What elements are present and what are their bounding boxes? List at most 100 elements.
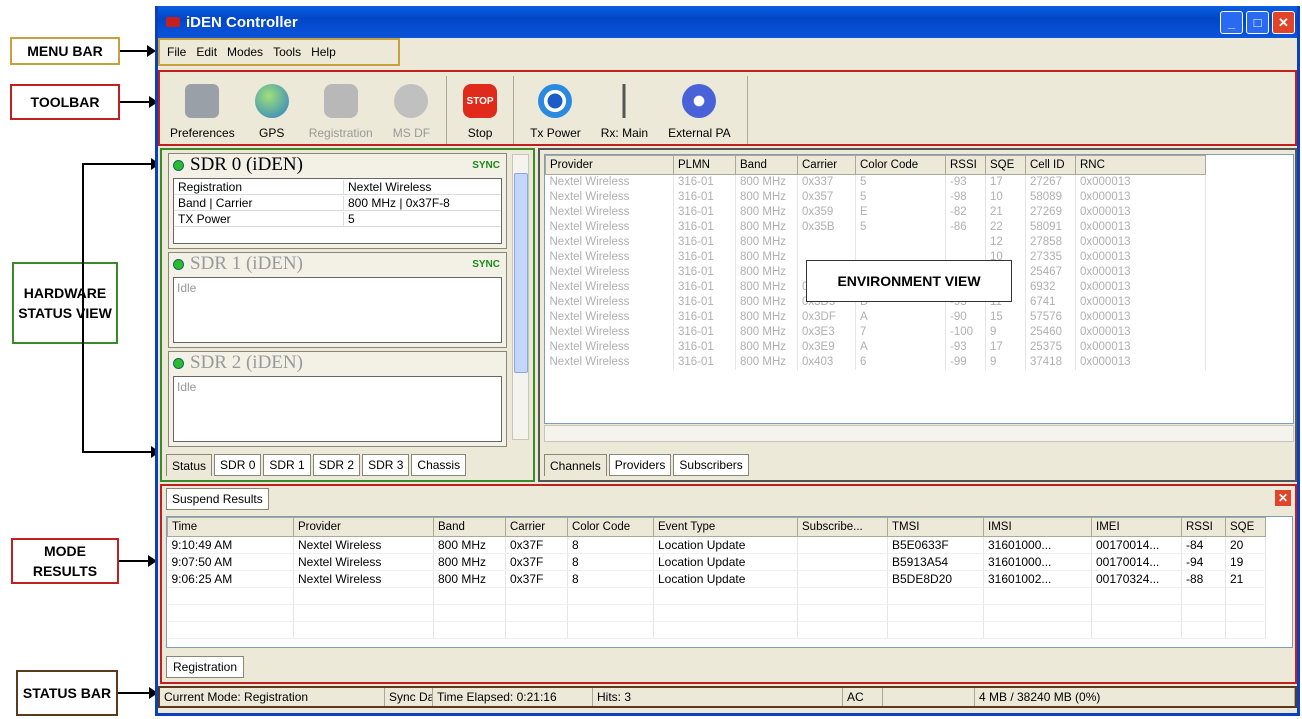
column-header[interactable]: IMSI — [983, 517, 1092, 537]
column-header[interactable]: IMEI — [1091, 517, 1182, 537]
column-header[interactable]: Band — [735, 155, 798, 175]
table-cell: 316-01 — [673, 249, 736, 265]
toolbar-separator — [746, 76, 748, 144]
column-header[interactable]: Provider — [293, 517, 434, 537]
toolbar-separator — [513, 76, 515, 144]
column-header[interactable]: Time — [167, 517, 294, 537]
hardware-scrollbar[interactable] — [512, 154, 529, 440]
column-header[interactable]: TMSI — [887, 517, 984, 537]
table-cell: -84 — [1181, 536, 1226, 554]
table-cell: 0x37F — [505, 570, 568, 588]
column-header[interactable]: Band — [433, 517, 506, 537]
tab-sdr2[interactable]: SDR 2 — [312, 454, 361, 476]
tab-providers[interactable]: Providers — [608, 454, 672, 476]
environment-tabs: Channels Providers Subscribers — [544, 454, 749, 476]
table-cell: 00170014... — [1091, 536, 1182, 554]
column-header[interactable]: RSSI — [945, 155, 986, 175]
scroll-thumb[interactable] — [514, 173, 528, 373]
tab-status[interactable]: Status — [166, 454, 213, 476]
tab-sdr1[interactable]: SDR 1 — [263, 454, 311, 476]
menu-tools[interactable]: Tools — [268, 43, 306, 61]
column-header[interactable]: Provider — [545, 155, 674, 175]
column-header[interactable]: SQE — [1225, 517, 1266, 537]
table-cell: Nextel Wireless — [545, 204, 674, 220]
gps-button[interactable]: GPS — [245, 72, 299, 144]
table-cell: Nextel Wireless — [293, 536, 434, 554]
menu-edit[interactable]: Edit — [191, 43, 222, 61]
maximize-button[interactable]: □ — [1246, 11, 1269, 34]
close-icon[interactable]: ✕ — [1275, 490, 1291, 506]
close-button[interactable]: ✕ — [1272, 11, 1295, 34]
table-row[interactable]: Nextel Wireless 316-01 800 MHz 0x35B 5 -86 22 5… — [545, 219, 1206, 235]
column-header[interactable]: Color Code — [855, 155, 946, 175]
table-cell — [983, 621, 1092, 639]
table-cell: 0x357 — [797, 189, 856, 205]
table-cell: Nextel Wireless — [545, 324, 674, 340]
table-cell — [505, 604, 568, 622]
status-hits: Hits: 3 — [593, 688, 843, 706]
tab-sdr3[interactable]: SDR 3 — [362, 454, 410, 476]
column-header[interactable]: Carrier — [505, 517, 568, 537]
table-cell: -93 — [945, 339, 986, 355]
table-cell: 5 — [855, 174, 946, 190]
column-header[interactable]: Event Type — [653, 517, 798, 537]
tab-chassis[interactable]: Chassis — [411, 454, 467, 476]
table-row-empty — [167, 604, 1266, 622]
suspend-results-button[interactable]: Suspend Results — [166, 488, 269, 510]
msdf-button[interactable]: MS DF — [383, 72, 440, 144]
table-cell — [1225, 604, 1266, 622]
column-header[interactable]: RSSI — [1181, 517, 1226, 537]
column-header[interactable]: Cell ID — [1025, 155, 1076, 175]
hardware-tabs: Status SDR 0 SDR 1 SDR 2 SDR 3 Chassis — [166, 454, 467, 476]
table-cell — [433, 587, 506, 605]
table-row[interactable]: Nextel Wireless 316-01 800 MHz 0x3DF A -90 15 5… — [545, 309, 1206, 325]
table-row[interactable]: Nextel Wireless 316-01 800 MHz 0x337 5 -93 17 2… — [545, 174, 1206, 190]
column-header[interactable]: RNC — [1075, 155, 1206, 175]
hardware-callout: HARDWARE STATUS VIEW — [12, 262, 118, 344]
table-row[interactable]: Nextel Wireless 316-01 800 MHz 0x357 5 -98 10 5… — [545, 189, 1206, 205]
status-empty — [883, 688, 975, 706]
tx-power-button[interactable]: Tx Power — [520, 72, 591, 144]
table-row[interactable]: Nextel Wireless 316-01 800 MHz 0x3E9 A -93 17 2… — [545, 339, 1206, 355]
tab-subscribers[interactable]: Subscribers — [673, 454, 749, 476]
antenna-icon — [538, 84, 573, 118]
column-header[interactable]: Subscribe... — [797, 517, 888, 537]
menu-modes[interactable]: Modes — [222, 43, 268, 61]
column-header[interactable]: Color Code — [567, 517, 654, 537]
preferences-button[interactable]: Preferences — [160, 72, 245, 144]
menu-help[interactable]: Help — [306, 43, 341, 61]
sdr-title: SDR 2 (iDEN) — [190, 352, 303, 373]
table-cell: 316-01 — [673, 234, 736, 250]
tab-registration[interactable]: Registration — [166, 656, 245, 678]
column-header[interactable]: PLMN — [673, 155, 736, 175]
registration-button[interactable]: Registration — [299, 72, 383, 144]
table-cell: Location Update — [653, 553, 798, 571]
table-cell: 0x000013 — [1075, 174, 1206, 190]
table-row[interactable]: Nextel Wireless 316-01 800 MHz 0x403 6 -99 9 37… — [545, 354, 1206, 370]
table-cell: 8 — [567, 570, 654, 588]
external-pa-button[interactable]: External PA — [658, 72, 740, 144]
tab-channels[interactable]: Channels — [544, 454, 607, 476]
table-row[interactable]: Nextel Wireless 316-01 800 MHz 0x3E3 7 -100 9 2… — [545, 324, 1206, 340]
channels-hscrollbar[interactable] — [544, 425, 1294, 442]
table-row[interactable]: 9:06:25 AM Nextel Wireless 800 MHz 0x37F 8 Lo… — [167, 570, 1266, 588]
table-row[interactable]: Nextel Wireless 316-01 800 MHz 0x359 E -82 21 2… — [545, 204, 1206, 220]
menu-file[interactable]: File — [162, 43, 191, 61]
window-title: iDEN Controller — [186, 13, 298, 31]
table-cell: 6741 — [1025, 294, 1076, 310]
tab-sdr0[interactable]: SDR 0 — [214, 454, 262, 476]
table-cell — [505, 621, 568, 639]
table-cell: 0x3E9 — [797, 339, 856, 355]
table-row[interactable]: Nextel Wireless 316-01 800 MHz 12 27858 0x000… — [545, 234, 1206, 250]
table-row[interactable]: 9:07:50 AM Nextel Wireless 800 MHz 0x37F 8 Lo… — [167, 553, 1266, 571]
table-cell: 15 — [985, 309, 1026, 325]
column-header[interactable]: SQE — [985, 155, 1026, 175]
table-row[interactable]: 9:10:49 AM Nextel Wireless 800 MHz 0x37F 8 Lo… — [167, 536, 1266, 554]
rx-main-button[interactable]: Rx: Main — [591, 72, 658, 144]
column-header[interactable]: Carrier — [797, 155, 856, 175]
table-cell — [167, 587, 294, 605]
minimize-button[interactable]: _ — [1220, 11, 1243, 34]
environment-view-callout: ENVIRONMENT VIEW — [806, 260, 1012, 302]
table-cell: 0x3DF — [797, 309, 856, 325]
stop-button[interactable]: STOP Stop — [453, 72, 507, 144]
